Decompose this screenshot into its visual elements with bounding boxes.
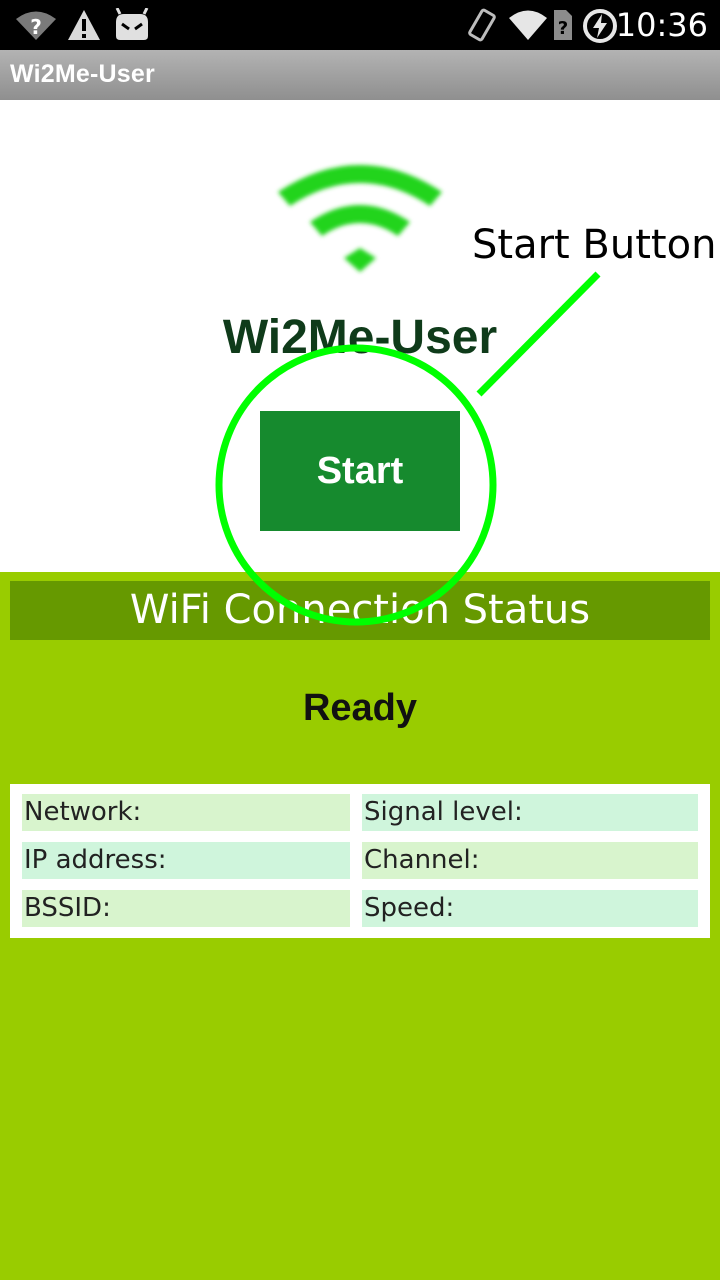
wifi-question-icon: ?	[16, 11, 56, 40]
wifi-icon	[509, 10, 547, 40]
hero-section: Wi2Me-User Start	[0, 100, 720, 572]
wifi-status-panel: WiFi Connection Status Ready Network: Si…	[0, 572, 720, 1280]
svg-text:?: ?	[30, 15, 42, 39]
clock: 10:36	[615, 6, 708, 44]
sim-unknown-icon: ?	[554, 10, 572, 40]
wifi-logo-icon	[278, 165, 442, 272]
app-name-heading: Wi2Me-User	[222, 311, 498, 364]
speed-label: Speed:	[362, 890, 698, 927]
wifi-info-table: Network: Signal level: IP address: Chann…	[10, 784, 710, 938]
warning-icon	[68, 10, 100, 40]
bssid-label: BSSID:	[22, 890, 350, 927]
rotate-phone-icon	[468, 8, 496, 42]
channel-label: Channel:	[362, 842, 698, 879]
android-robot-icon	[115, 8, 149, 40]
signal-level-label: Signal level:	[362, 794, 698, 831]
wifi-status-header: WiFi Connection Status	[10, 581, 710, 640]
status-bar: ? ? 10:36	[0, 0, 720, 50]
svg-text:?: ?	[558, 18, 568, 39]
annotation-label: Start Button	[472, 222, 717, 268]
ip-address-label: IP address:	[22, 842, 350, 879]
action-bar: Wi2Me-User	[0, 50, 720, 100]
battery-charging-icon	[583, 9, 617, 43]
connection-status-text: Ready	[302, 687, 418, 729]
start-button[interactable]: Start	[260, 411, 460, 531]
action-bar-title: Wi2Me-User	[10, 60, 155, 88]
network-label: Network:	[22, 794, 350, 831]
